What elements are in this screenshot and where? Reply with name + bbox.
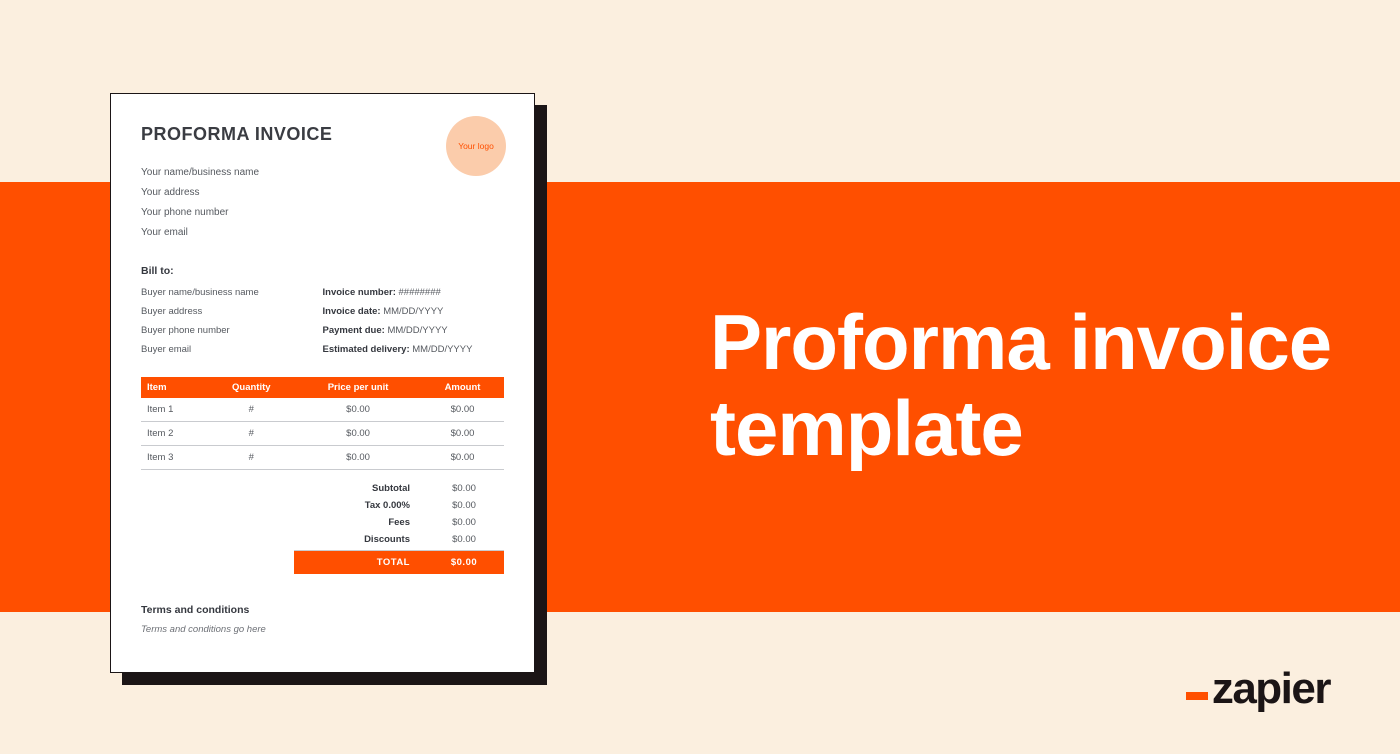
th-quantity: Quantity [208, 377, 296, 398]
hero-line2: template [710, 386, 1331, 472]
invoice-date-label: Invoice date: [323, 306, 381, 317]
cell-price: $0.00 [295, 422, 421, 446]
sender-block: Your name/business name Your address You… [141, 163, 504, 243]
buyer-address: Buyer address [141, 302, 323, 321]
sender-email: Your email [141, 223, 504, 243]
fees-label: Fees [314, 517, 424, 528]
invoice-page: PROFORMA INVOICE Your logo Your name/bus… [110, 93, 535, 673]
table-row: Item 2 # $0.00 $0.00 [141, 422, 504, 446]
cell-qty: # [208, 446, 296, 470]
invoice-date: MM/DD/YYYY [383, 306, 443, 317]
subtotal-label: Subtotal [314, 483, 424, 494]
cell-amount: $0.00 [421, 422, 504, 446]
table-row: Item 3 # $0.00 $0.00 [141, 446, 504, 470]
th-amount: Amount [421, 377, 504, 398]
buyer-block: Buyer name/business name Buyer address B… [141, 283, 323, 359]
bill-to-label: Bill to: [141, 265, 504, 277]
th-price: Price per unit [295, 377, 421, 398]
brand-underscore-icon [1186, 692, 1208, 700]
invoice-number: ######## [399, 287, 441, 298]
buyer-email: Buyer email [141, 340, 323, 359]
cell-item: Item 2 [141, 422, 208, 446]
sender-address: Your address [141, 183, 504, 203]
terms-section: Terms and conditions Terms and condition… [141, 604, 504, 635]
invoice-meta: Invoice number: ######## Invoice date: M… [323, 283, 505, 359]
cell-item: Item 3 [141, 446, 208, 470]
payment-due: MM/DD/YYYY [387, 325, 447, 336]
terms-body: Terms and conditions go here [141, 624, 504, 635]
cell-item: Item 1 [141, 398, 208, 422]
bill-section: Bill to: Buyer name/business name Buyer … [141, 265, 504, 359]
logo-placeholder: Your logo [446, 116, 506, 176]
estimated-delivery: MM/DD/YYYY [412, 344, 472, 355]
brand-name: zapier [1212, 664, 1330, 714]
estimated-delivery-label: Estimated delivery: [323, 344, 410, 355]
cell-amount: $0.00 [421, 398, 504, 422]
items-table: Item Quantity Price per unit Amount Item… [141, 377, 504, 470]
sender-name: Your name/business name [141, 163, 504, 183]
payment-due-label: Payment due: [323, 325, 385, 336]
brand-logo: zapier [1186, 664, 1330, 714]
discounts-label: Discounts [314, 534, 424, 545]
subtotal-value: $0.00 [424, 483, 504, 494]
total-value: $0.00 [424, 557, 504, 568]
totals-block: Subtotal $0.00 Tax 0.00% $0.00 Fees $0.0… [141, 480, 504, 574]
fees-value: $0.00 [424, 517, 504, 528]
buyer-phone: Buyer phone number [141, 321, 323, 340]
tax-label: Tax 0.00% [314, 500, 424, 511]
hero-line1: Proforma invoice [710, 300, 1331, 386]
tax-value: $0.00 [424, 500, 504, 511]
total-label: TOTAL [314, 557, 424, 568]
discounts-value: $0.00 [424, 534, 504, 545]
sender-phone: Your phone number [141, 203, 504, 223]
cell-price: $0.00 [295, 398, 421, 422]
th-item: Item [141, 377, 208, 398]
table-row: Item 1 # $0.00 $0.00 [141, 398, 504, 422]
cell-amount: $0.00 [421, 446, 504, 470]
cell-price: $0.00 [295, 446, 421, 470]
hero-title: Proforma invoice template [710, 300, 1331, 472]
cell-qty: # [208, 398, 296, 422]
buyer-name: Buyer name/business name [141, 283, 323, 302]
terms-heading: Terms and conditions [141, 604, 504, 616]
cell-qty: # [208, 422, 296, 446]
invoice-number-label: Invoice number: [323, 287, 396, 298]
